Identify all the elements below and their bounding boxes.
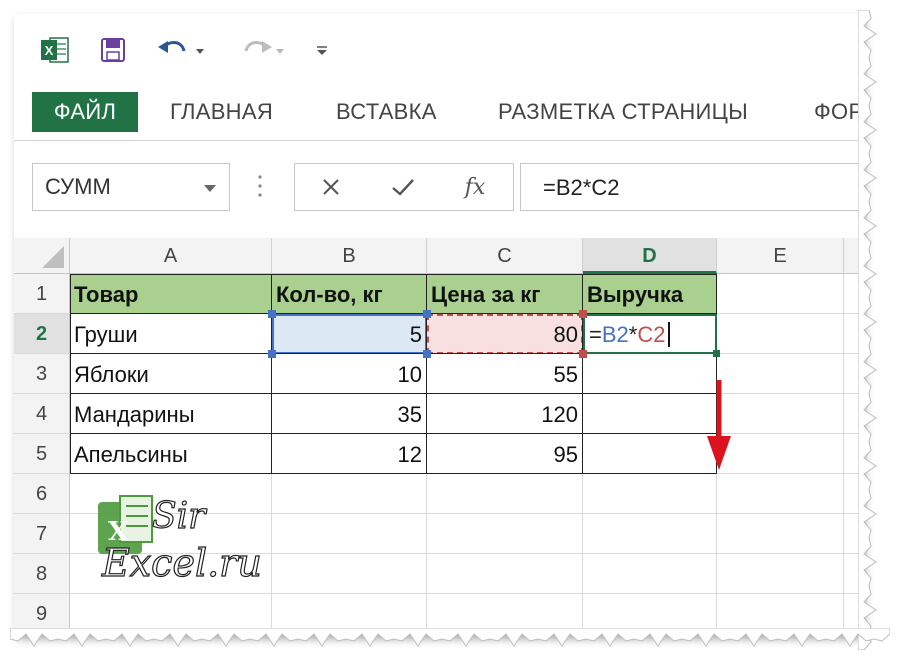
row-header-4[interactable]: 4 [14, 394, 70, 434]
tab-insert[interactable]: ВСТАВКА [336, 92, 437, 132]
tab-file[interactable]: ФАЙЛ [32, 92, 138, 132]
select-all-button[interactable] [14, 238, 70, 274]
ref-b2-resize-handle[interactable] [268, 350, 276, 358]
torn-edge-bottom [10, 628, 890, 647]
ref-b2-resize-handle[interactable] [423, 310, 431, 318]
down-arrow-icon [707, 380, 731, 470]
cell-c1[interactable]: Цена за кг [427, 274, 583, 314]
cancel-button[interactable] [301, 164, 361, 210]
ref-c2-resize-handle[interactable] [579, 310, 587, 318]
cell-a4[interactable]: Мандарины [70, 394, 272, 434]
formula-part: B2 [601, 322, 629, 347]
column-header-c[interactable]: C [427, 238, 583, 274]
ref-c2-resize-handle[interactable] [579, 350, 587, 358]
torn-edge [10, 628, 890, 647]
tab-home[interactable]: ГЛАВНАЯ [170, 92, 273, 132]
row-header-5[interactable]: 5 [14, 434, 70, 474]
cell-b3[interactable]: 10 [272, 354, 427, 394]
formula-part: = [589, 322, 602, 347]
formula-part: C2 [637, 322, 666, 347]
cell-d5[interactable] [583, 434, 717, 474]
row-header-6[interactable]: 6 [14, 474, 70, 514]
fill-handle[interactable] [713, 350, 720, 357]
formula-input[interactable]: =B2*C2 [520, 163, 862, 211]
torn-edge [858, 10, 877, 650]
chevron-down-icon[interactable] [203, 184, 217, 194]
column-header-a[interactable]: A [70, 238, 272, 274]
name-box[interactable]: СУММ [32, 163, 230, 211]
row-header-3[interactable]: 3 [14, 354, 70, 394]
sirexcel-logo: X Sir Excel.ru [94, 488, 304, 628]
ref-b2-resize-handle[interactable] [423, 350, 431, 358]
quick-access-toolbar: X [14, 14, 862, 80]
excel-window: X ФАЙЛ ГЛАВНАЯ ВСТАВКА РАЗМЕТКА СТРАНИЦЫ… [14, 14, 862, 634]
text-cursor: ​ [668, 322, 671, 347]
cell-c3[interactable]: 55 [427, 354, 583, 394]
cell-b2[interactable]: 5 [272, 314, 427, 354]
formula-buttons: fx [294, 163, 514, 211]
cell-a5[interactable]: Апельсины [70, 434, 272, 474]
active-cell-d2[interactable]: =B2*C2​ [583, 314, 717, 354]
tab-page-layout[interactable]: РАЗМЕТКА СТРАНИЦЫ [498, 92, 748, 132]
ref-b2-resize-handle[interactable] [268, 310, 276, 318]
column-header-e[interactable]: E [717, 238, 844, 274]
formula-text: =B2*C2 [543, 175, 620, 200]
ribbon-tabs: ФАЙЛ ГЛАВНАЯ ВСТАВКА РАЗМЕТКА СТРАНИЦЫ Ф… [14, 80, 862, 141]
cancel-icon [323, 179, 339, 195]
svg-text:X: X [45, 43, 54, 58]
insert-function-button[interactable]: fx [445, 164, 505, 210]
redo-icon[interactable] [236, 36, 286, 64]
excel-app-icon[interactable]: X [40, 36, 70, 64]
cell-b4[interactable]: 35 [272, 394, 427, 434]
cell-d1[interactable]: Выручка [583, 274, 717, 314]
cell-b5[interactable]: 12 [272, 434, 427, 474]
cell-d3[interactable] [583, 354, 717, 394]
cell-c2[interactable]: 80 [427, 314, 583, 354]
save-icon[interactable] [98, 36, 128, 64]
row-header-7[interactable]: 7 [14, 514, 70, 554]
enter-button[interactable] [373, 164, 433, 210]
cell-b1[interactable]: Кол-во, кг [272, 274, 427, 314]
watermark-line1: Sir [152, 496, 207, 537]
cell-a2[interactable]: Груши [70, 314, 272, 354]
check-icon [392, 179, 414, 196]
fx-label: fx [464, 174, 486, 200]
spreadsheet-grid: ABCDE 123456789 Товар Кол-во, кг Цена за к… [14, 238, 862, 634]
cell-a3[interactable]: Яблоки [70, 354, 272, 394]
column-header-b[interactable]: B [272, 238, 427, 274]
cell-c4[interactable]: 120 [427, 394, 583, 434]
grid-line [843, 274, 844, 634]
formula-bar: СУММ fx =B2*C2 [14, 141, 862, 237]
watermark-line2: Excel.ru [101, 541, 262, 585]
row-header-1[interactable]: 1 [14, 274, 70, 314]
undo-icon[interactable] [156, 36, 206, 64]
tab-formulas[interactable]: ФОРМУЛЫ [814, 92, 862, 132]
row-header-8[interactable]: 8 [14, 554, 70, 594]
cell-d4[interactable] [583, 394, 717, 434]
name-box-value: СУММ [45, 174, 111, 199]
cell-a1[interactable]: Товар [70, 274, 272, 314]
cell-c5[interactable]: 95 [427, 434, 583, 474]
customize-qat-icon[interactable] [312, 36, 332, 64]
column-header-d[interactable]: D [583, 238, 717, 274]
torn-edge-right [858, 10, 877, 650]
row-header-2[interactable]: 2 [14, 314, 70, 354]
resize-handle-icon[interactable] [256, 171, 264, 201]
cell-d2-editor: =B2*C2​ [585, 314, 674, 354]
